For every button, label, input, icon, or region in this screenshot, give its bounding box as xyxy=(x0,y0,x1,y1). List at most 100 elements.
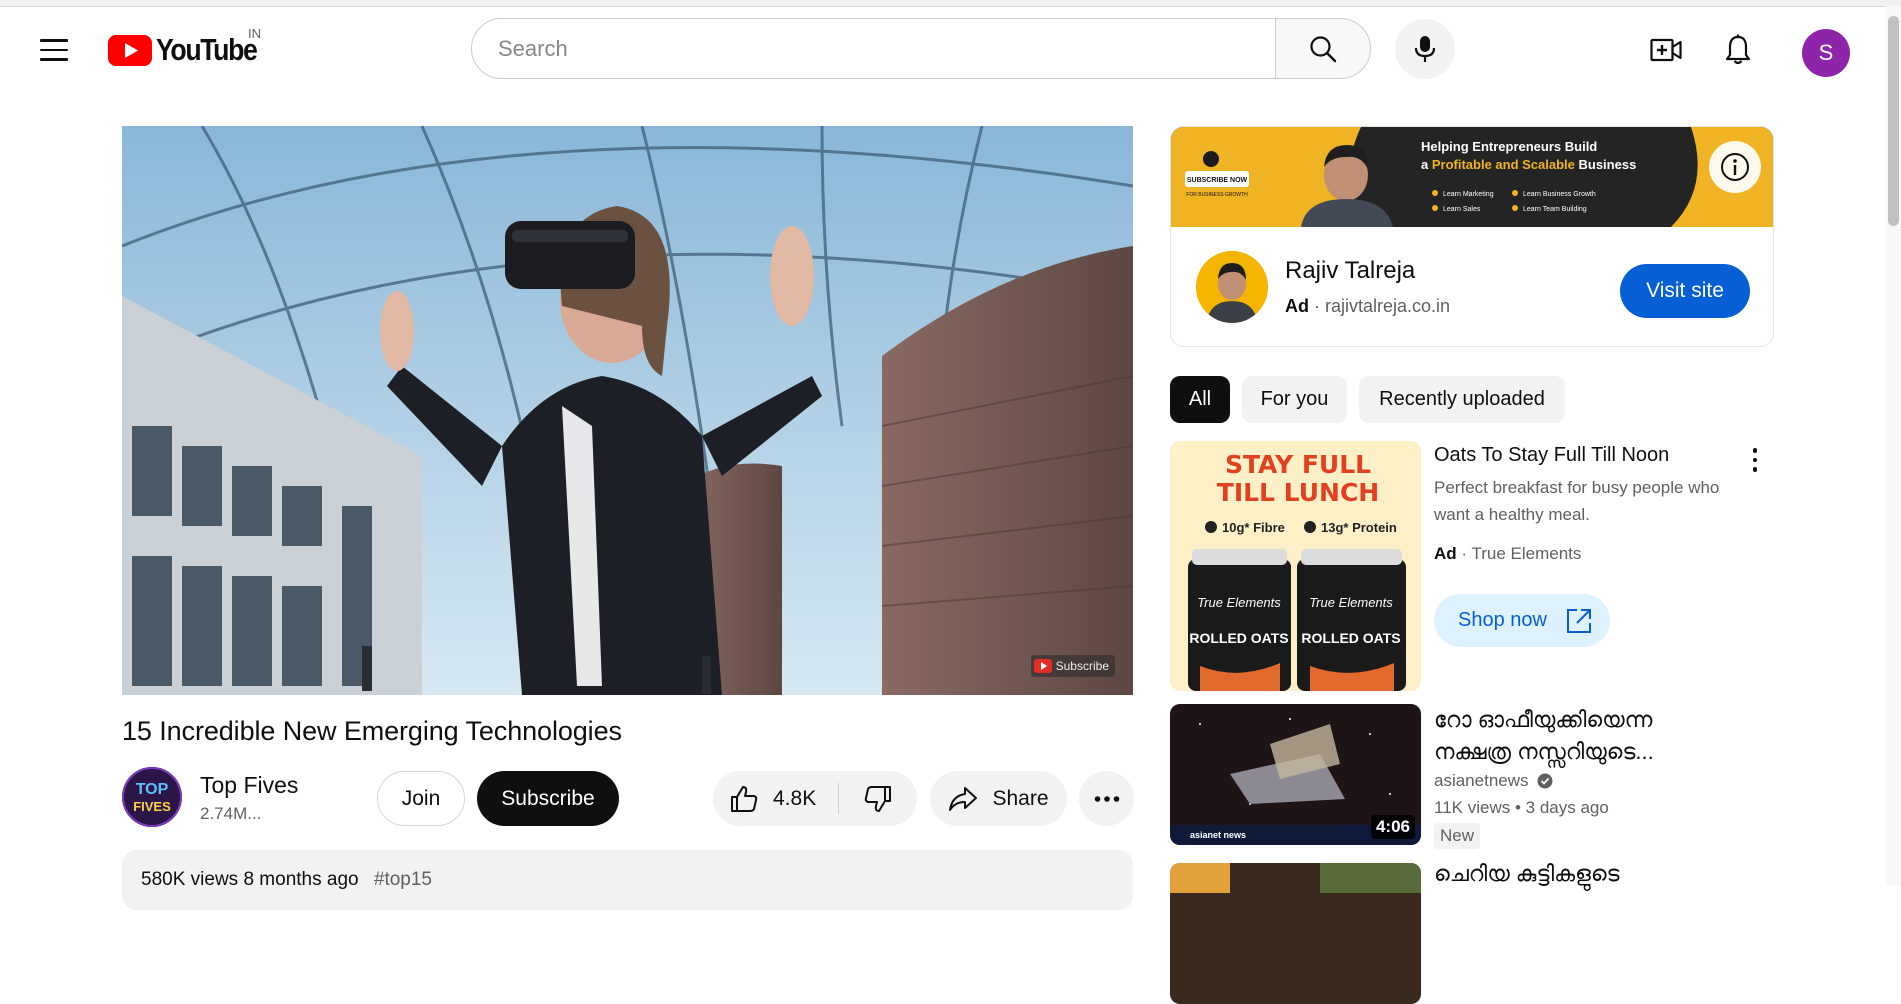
search-box xyxy=(471,18,1276,79)
video-channel-name: asianetnews xyxy=(1434,771,1529,790)
watermark-label: Subscribe xyxy=(1055,659,1109,673)
ad-banner-bullet: Learn Sales xyxy=(1443,206,1481,213)
hashtag-link[interactable]: #top15 xyxy=(374,869,432,890)
upload-age: 8 months ago xyxy=(243,869,359,890)
ad-info-button[interactable] xyxy=(1709,141,1761,193)
ad-sponsor: Ad · True Elements xyxy=(1434,544,1582,563)
ad-thumbnail[interactable]: STAY FULL TILL LUNCH 10g* Fibre 13g* Pro… xyxy=(1170,441,1421,691)
info-icon xyxy=(1721,153,1749,181)
create-video-button[interactable] xyxy=(1642,26,1690,74)
country-code: IN xyxy=(248,26,261,41)
ad-banner-headline-2a: a xyxy=(1421,157,1432,172)
video-thumbnail-image xyxy=(1170,863,1421,1004)
advertiser-avatar[interactable] xyxy=(1196,251,1268,323)
subscriber-count: 2.74M... xyxy=(200,804,262,823)
ad-label: Ad xyxy=(1434,544,1457,563)
advertiser-photo xyxy=(1196,251,1268,323)
thumbs-down-icon xyxy=(864,785,891,812)
oats-headline-2: TILL LUNCH xyxy=(1217,478,1379,507)
visit-site-button[interactable]: Visit site xyxy=(1620,264,1750,318)
ad-sponsor-name: True Elements xyxy=(1471,544,1582,563)
ad-banner-bullet: Learn Marketing xyxy=(1443,191,1494,198)
oats-headline-1: STAY FULL xyxy=(1225,450,1371,479)
hamburger-line xyxy=(40,58,68,61)
meta-separator: • xyxy=(1514,798,1526,817)
ad-banner-headline-1: Helping Entrepreneurs Build xyxy=(1421,139,1597,154)
oats-brand-left: True Elements xyxy=(1197,595,1281,610)
ad-banner-bullet: Learn Team Building xyxy=(1523,206,1587,213)
share-button[interactable]: Share xyxy=(930,771,1067,826)
scrollbar-thumb[interactable] xyxy=(1888,16,1899,226)
like-dislike-group: 4.8K xyxy=(713,771,917,826)
more-actions-button[interactable] xyxy=(1079,771,1134,826)
video-title-line-1: റോ ഓഫീയുക്കിയെന്ന xyxy=(1434,707,1653,732)
hamburger-line xyxy=(40,39,68,42)
join-button[interactable]: Join xyxy=(377,771,465,826)
view-count: 580K views xyxy=(141,869,239,890)
kebab-dot xyxy=(1752,467,1758,472)
video-thumbnail[interactable] xyxy=(1170,863,1421,1004)
channel-name[interactable]: Top Fives xyxy=(200,772,298,799)
bell-icon xyxy=(1725,34,1751,65)
description-meta: 580K views 8 months ago #top15 xyxy=(141,869,432,891)
like-count: 4.8K xyxy=(773,786,817,810)
oats-product-right: ROLLED OATS xyxy=(1301,630,1400,646)
notifications-button[interactable] xyxy=(1714,26,1762,74)
video-title-rec[interactable]: ചെറിയ കുട്ടികളുടെ xyxy=(1434,860,1734,888)
dislike-button[interactable] xyxy=(839,771,917,826)
oats-brand-right: True Elements xyxy=(1309,595,1393,610)
video-channel[interactable]: asianetnews xyxy=(1434,771,1553,791)
ad-title[interactable]: Oats To Stay Full Till Noon xyxy=(1434,441,1724,469)
ad-menu-button[interactable] xyxy=(1740,442,1770,478)
channel-logo-bottom: FIVES xyxy=(133,799,171,814)
search-button[interactable] xyxy=(1275,18,1371,79)
verified-check-icon xyxy=(1537,773,1553,789)
new-badge: New xyxy=(1434,823,1481,849)
kebab-dot xyxy=(1752,448,1758,453)
hamburger-line xyxy=(40,48,68,52)
video-plus-icon xyxy=(1650,38,1682,62)
chip-for-you[interactable]: For you xyxy=(1242,376,1347,423)
thumbs-up-icon xyxy=(731,785,758,812)
video-title-line-2: നക്ഷത്ര നസ്സറിയുടെ... xyxy=(1434,739,1654,764)
video-frame-image xyxy=(122,126,1133,695)
video-thumbnail[interactable]: asianet news 4:06 xyxy=(1170,704,1421,845)
video-title: 15 Incredible New Emerging Technologies xyxy=(122,716,622,746)
video-title-rec[interactable]: റോ ഓഫീയുക്കിയെന്ന നക്ഷത്ര നസ്സറിയുടെ... xyxy=(1434,704,1734,768)
ad-banner-image[interactable]: SUBSCRIBE NOW FOR BUSINESS GROWTH Helpin… xyxy=(1171,127,1773,227)
channel-logo-image: TOP FIVES xyxy=(122,767,182,827)
search-icon xyxy=(1310,35,1337,62)
channel-avatar[interactable]: TOP FIVES xyxy=(122,767,182,827)
ad-banner-headline-2c: Business xyxy=(1575,157,1636,172)
microphone-icon xyxy=(1414,36,1436,62)
ad-description: Perfect breakfast for busy people who wa… xyxy=(1434,478,1720,524)
advertiser-domain: rajivtalreja.co.in xyxy=(1325,296,1451,316)
chip-all[interactable]: All xyxy=(1170,376,1230,423)
voice-search-button[interactable] xyxy=(1395,19,1455,79)
shop-now-button[interactable]: Shop now xyxy=(1434,594,1610,647)
account-avatar-button[interactable]: S xyxy=(1802,29,1850,77)
youtube-watermark-icon xyxy=(1033,659,1052,673)
channel-logo-top: TOP xyxy=(136,781,169,798)
channel-watermark[interactable]: Subscribe xyxy=(1030,655,1115,677)
subscribe-button[interactable]: Subscribe xyxy=(477,771,619,826)
chip-recently-uploaded[interactable]: Recently uploaded xyxy=(1359,376,1565,423)
advertiser-name[interactable]: Rajiv Talreja xyxy=(1285,257,1415,285)
page-scrollbar[interactable] xyxy=(1886,6,1901,885)
search-input[interactable] xyxy=(496,34,1275,63)
masthead: YouTube IN S xyxy=(0,6,1901,90)
guide-menu-button[interactable] xyxy=(34,30,74,70)
ad-banner-bullet: Learn Business Growth xyxy=(1523,191,1596,198)
oats-ad-image: STAY FULL TILL LUNCH 10g* Fibre 13g* Pro… xyxy=(1170,441,1421,691)
like-button[interactable]: 4.8K xyxy=(713,771,838,826)
video-stats: 11K views • 3 days ago xyxy=(1434,798,1609,818)
ad-banner-subscribe: SUBSCRIBE NOW xyxy=(1187,177,1248,184)
video-player[interactable]: Subscribe xyxy=(122,126,1133,695)
svg-text:a Profitable and Scalable Busi: a Profitable and Scalable Business xyxy=(1421,157,1636,172)
oats-product-left: ROLLED OATS xyxy=(1189,630,1288,646)
logo-wordmark: YouTube xyxy=(156,32,258,67)
oats-badge-fibre: 10g* Fibre xyxy=(1222,520,1285,535)
kebab-dot xyxy=(1752,457,1758,463)
video-duration: 4:06 xyxy=(1370,815,1415,839)
thumb-brand-text: asianet news xyxy=(1190,830,1246,840)
